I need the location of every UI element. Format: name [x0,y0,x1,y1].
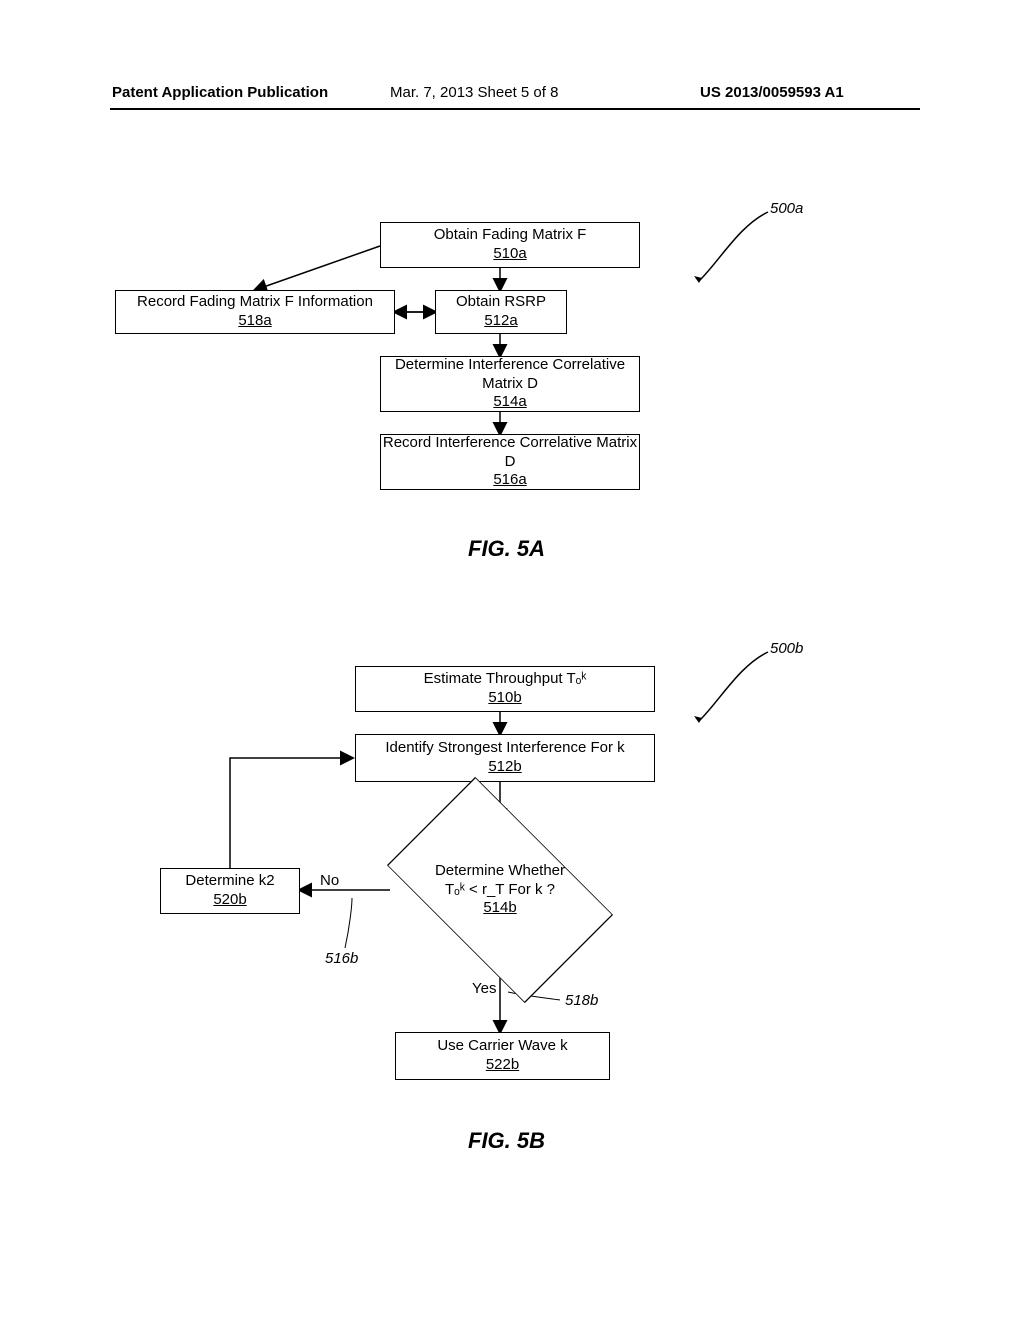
box-510b-ref: 510b [488,689,521,708]
diamond-line1: Determine Whether [435,862,565,881]
box-510b-text: Estimate Throughput Tₒᵏ [424,670,587,689]
box-510a-ref: 510a [493,245,526,264]
arrows-5a [0,0,1024,1320]
box-522b-ref: 522b [486,1056,519,1075]
label-518b: 518b [565,992,598,1009]
label-no: No [320,872,339,889]
box-518a: Record Fading Matrix F Information 518a [115,290,395,334]
box-514a-text: Determine Interference Correlative Matri… [381,356,639,394]
header-rule [110,108,920,110]
fig5b-caption: FIG. 5B [468,1128,545,1154]
box-516a-text: Record Interference Correlative Matrix D [381,434,639,472]
box-512b-text: Identify Strongest Interference For k [385,739,624,758]
diamond-ref: 514b [483,899,516,918]
box-520b-text: Determine k2 [185,872,274,891]
box-518a-ref: 518a [238,312,271,331]
label-yes: Yes [472,980,496,997]
header-mid: Mar. 7, 2013 Sheet 5 of 8 [390,84,558,101]
box-510a: Obtain Fading Matrix F 510a [380,222,640,268]
fig5a-caption: FIG. 5A [468,536,545,562]
diamond-line2: Tₒᵏ < r_T For k ? [445,881,555,900]
pointer-500b: 500b [770,640,803,657]
pointer-500a: 500a [770,200,803,217]
header-right: US 2013/0059593 A1 [700,84,844,101]
box-514a-ref-inline: 514a [493,393,526,410]
box-510b: Estimate Throughput Tₒᵏ 510b [355,666,655,712]
box-512b-ref: 512b [488,758,521,777]
box-512a: Obtain RSRP 512a [435,290,567,334]
box-510a-text: Obtain Fading Matrix F [434,226,587,245]
box-518a-text: Record Fading Matrix F Information [137,293,373,312]
box-514a: Determine Interference Correlative Matri… [380,356,640,412]
box-516a: Record Interference Correlative Matrix D… [380,434,640,490]
diamond-text: Determine Whether Tₒᵏ < r_T For k ? 514b [390,820,610,960]
box-520b: Determine k2 520b [160,868,300,914]
label-516b: 516b [325,950,358,967]
box-512a-ref: 512a [484,312,517,331]
box-520b-ref: 520b [213,891,246,910]
arrows-5b [0,0,1024,1320]
page: Patent Application Publication Mar. 7, 2… [0,0,1024,1320]
diamond-514b: Determine Whether Tₒᵏ < r_T For k ? 514b [390,820,610,960]
box-522b-text: Use Carrier Wave k [437,1037,567,1056]
box-516a-ref-inline: 516a [493,471,526,488]
box-512b: Identify Strongest Interference For k 51… [355,734,655,782]
box-512a-text: Obtain RSRP [456,293,546,312]
box-522b: Use Carrier Wave k 522b [395,1032,610,1080]
header-left: Patent Application Publication [112,84,328,101]
